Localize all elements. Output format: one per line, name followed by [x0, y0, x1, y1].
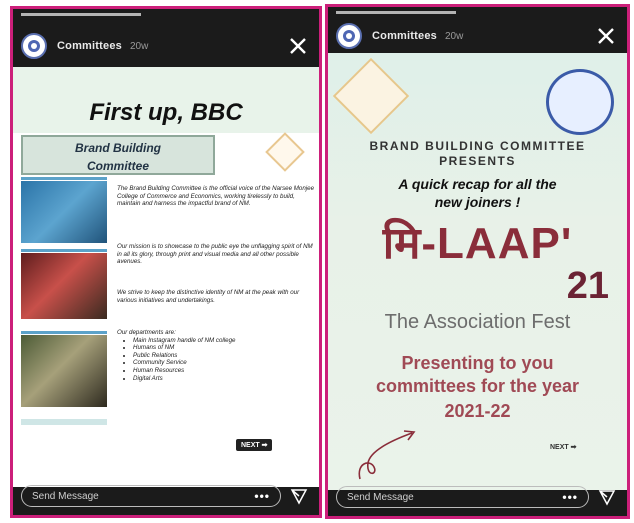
account-name[interactable]: Committees [372, 30, 437, 42]
progress-bar [21, 13, 141, 16]
story-footer: Send Message ••• [336, 486, 619, 508]
message-placeholder: Send Message [347, 491, 414, 503]
send-message-input[interactable]: Send Message ••• [336, 486, 589, 508]
college-logo [546, 69, 614, 135]
progress-bar [336, 11, 456, 14]
divider [21, 419, 107, 425]
committee-heading: BRAND BUILDING COMMITTEE [369, 139, 586, 153]
identity-paragraph: We strive to keep the distinctive identi… [117, 289, 300, 304]
send-icon[interactable] [595, 486, 619, 508]
committee-banner: Brand Building Committee [21, 135, 215, 175]
description-paragraph: The Brand Building Committee is the offi… [117, 185, 315, 208]
story-right[interactable]: Committees 20w BRAND BUILDING COMMITTEE … [325, 4, 630, 519]
next-label[interactable]: NEXT ➡ [550, 443, 576, 451]
presenting-line1: Presenting to you [401, 353, 554, 373]
banner-line1: Brand Building [75, 141, 161, 155]
post-time: 20w [129, 40, 149, 52]
story-content: First up, BBC Brand Building Committee T… [13, 67, 319, 487]
close-icon[interactable] [593, 23, 619, 49]
photo-frame [21, 177, 107, 180]
committee-logo [332, 57, 410, 135]
departments-intro: Our departments are: [117, 329, 176, 336]
list-item: Community Service [133, 359, 315, 367]
banner-line2: Committee [86, 159, 149, 173]
more-icon[interactable]: ••• [254, 489, 270, 503]
avatar-icon[interactable] [21, 33, 47, 59]
arrow-icon [358, 430, 416, 480]
recap-line: A quick recap for all the [398, 176, 557, 192]
avatar-icon[interactable] [336, 23, 362, 49]
post-time: 20w [444, 30, 464, 42]
fest-name: मि-LAAP' [382, 219, 573, 268]
story-header: Committees 20w [21, 31, 311, 61]
more-icon[interactable]: ••• [562, 490, 578, 504]
list-item: Humans of NM [133, 344, 315, 352]
list-item: Digital Arts [133, 375, 315, 383]
list-item: Public Relations [133, 352, 315, 360]
photo-frame [21, 331, 107, 334]
team-photo [21, 335, 107, 407]
account-name[interactable]: Committees [57, 40, 122, 52]
story-footer: Send Message ••• [21, 485, 311, 507]
mission-paragraph: Our mission is to showcase to the public… [117, 243, 313, 266]
next-label[interactable]: NEXT ➡ [236, 439, 273, 451]
story-header: Committees 20w [336, 21, 619, 51]
departments-list: Main Instagram handle of NM college Huma… [117, 337, 315, 383]
presenting-line2: committees for the year [375, 376, 580, 396]
departments-block: Our departments are: Main Instagram hand… [117, 329, 315, 382]
story-left[interactable]: Committees 20w First up, BBC Brand Build… [10, 6, 322, 518]
story-title: First up, BBC [89, 99, 243, 126]
list-item: Human Resources [133, 367, 315, 375]
send-message-input[interactable]: Send Message ••• [21, 485, 281, 507]
team-photo [21, 181, 107, 243]
committee-logo [265, 132, 305, 172]
recap-line2: new joiners ! [434, 194, 521, 210]
fest-year: 21 [566, 265, 609, 307]
fest-subtitle: The Association Fest [384, 311, 571, 333]
story-content: BRAND BUILDING COMMITTEE PRESENTS A quic… [328, 53, 627, 490]
close-icon[interactable] [285, 33, 311, 59]
message-placeholder: Send Message [32, 490, 99, 502]
team-photo [21, 253, 107, 319]
send-icon[interactable] [287, 485, 311, 507]
presents-text: PRESENTS [439, 154, 516, 168]
photo-frame [21, 249, 107, 252]
presenting-year: 2021-22 [444, 401, 511, 421]
list-item: Main Instagram handle of NM college [133, 337, 315, 345]
